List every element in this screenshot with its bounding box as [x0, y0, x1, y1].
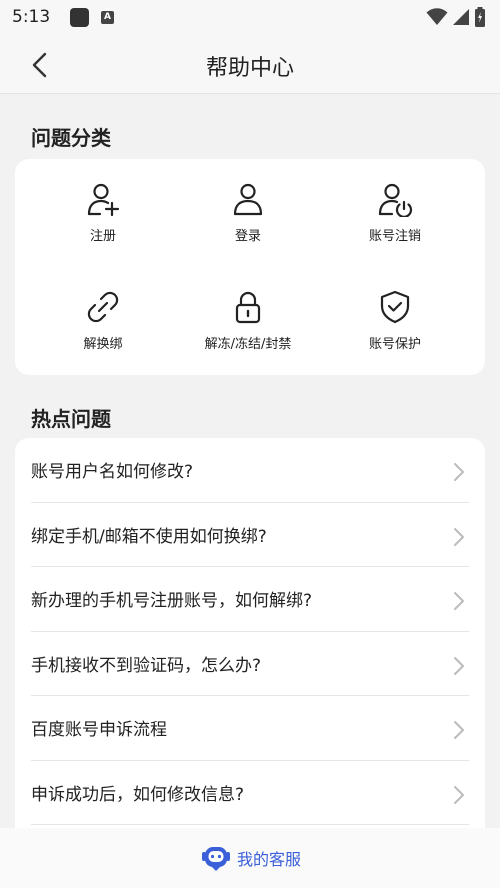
shield-check-icon — [380, 290, 410, 324]
hot-questions-list: 账号用户名如何修改? 绑定手机/邮箱不使用如何换绑? 新办理的手机号注册账号，如… — [15, 438, 485, 838]
category-label: 解冻/冻结/封禁 — [204, 337, 292, 352]
list-item[interactable]: 新办理的手机号注册账号，如何解绑? — [31, 567, 469, 632]
chevron-right-icon — [454, 463, 464, 481]
wifi-icon — [426, 8, 448, 25]
category-label: 登录 — [234, 229, 261, 244]
category-unbind[interactable]: 解换绑 — [28, 289, 178, 385]
question-text: 新办理的手机号注册账号，如何解绑? — [31, 591, 313, 611]
list-item[interactable]: 百度账号申诉流程 — [31, 696, 469, 761]
battery-icon — [475, 7, 485, 27]
unlink-icon — [87, 291, 119, 323]
status-indicators — [426, 7, 486, 27]
status-time: 5:13 — [12, 7, 51, 27]
question-text: 账号用户名如何修改? — [31, 462, 194, 482]
a-notification-icon: A — [101, 10, 114, 24]
category-deactivate[interactable]: 账号注销 — [320, 181, 470, 277]
category-register[interactable]: 注册 — [28, 181, 178, 277]
hot-section-title: 热点问题 — [31, 407, 111, 431]
chevron-right-icon — [454, 656, 464, 675]
question-text: 百度账号申诉流程 — [31, 720, 167, 740]
category-label: 账号注销 — [368, 229, 421, 244]
signal-icon — [453, 9, 469, 25]
list-item[interactable]: 绑定手机/邮箱不使用如何换绑? — [31, 503, 469, 567]
question-text: 绑定手机/邮箱不使用如何换绑? — [31, 526, 267, 547]
chevron-right-icon — [454, 592, 464, 610]
chevron-right-icon — [454, 721, 464, 739]
list-item[interactable]: 账号用户名如何修改? — [31, 438, 469, 503]
list-item[interactable]: 手机接收不到验证码，怎么办? — [31, 632, 469, 696]
question-text: 手机接收不到验证码，怎么办? — [31, 655, 262, 676]
category-card: 注册 登录 账号注销 解换绑 解冻/冻结/封禁 账号保护 — [15, 159, 485, 375]
chevron-right-icon — [454, 527, 464, 546]
category-login[interactable]: 登录 — [173, 181, 323, 277]
question-text: 申诉成功后，如何修改信息? — [31, 784, 245, 805]
robot-service-icon — [201, 847, 230, 871]
user-add-icon — [87, 183, 120, 217]
chevron-right-icon — [454, 785, 464, 804]
category-freeze[interactable]: 解冻/冻结/封禁 — [173, 289, 323, 385]
user-icon — [233, 183, 263, 216]
category-label: 解换绑 — [83, 337, 123, 352]
my-service-label: 我的客服 — [236, 850, 301, 869]
list-item[interactable]: 申诉成功后，如何修改信息? — [31, 761, 469, 825]
lock-icon — [235, 291, 261, 324]
category-section-title: 问题分类 — [31, 126, 111, 150]
category-label: 账号保护 — [368, 337, 421, 352]
bottom-bar: 我的客服 — [0, 828, 500, 888]
page-title: 帮助中心 — [205, 56, 294, 81]
category-label: 注册 — [89, 229, 116, 244]
header-bar: 帮助中心 — [0, 34, 500, 94]
user-power-icon — [378, 183, 413, 217]
category-protection[interactable]: 账号保护 — [320, 289, 470, 385]
my-service-button[interactable]: 我的客服 — [199, 843, 301, 873]
status-bar: 5:13 A — [0, 0, 500, 34]
app-notification-icon — [70, 7, 89, 27]
